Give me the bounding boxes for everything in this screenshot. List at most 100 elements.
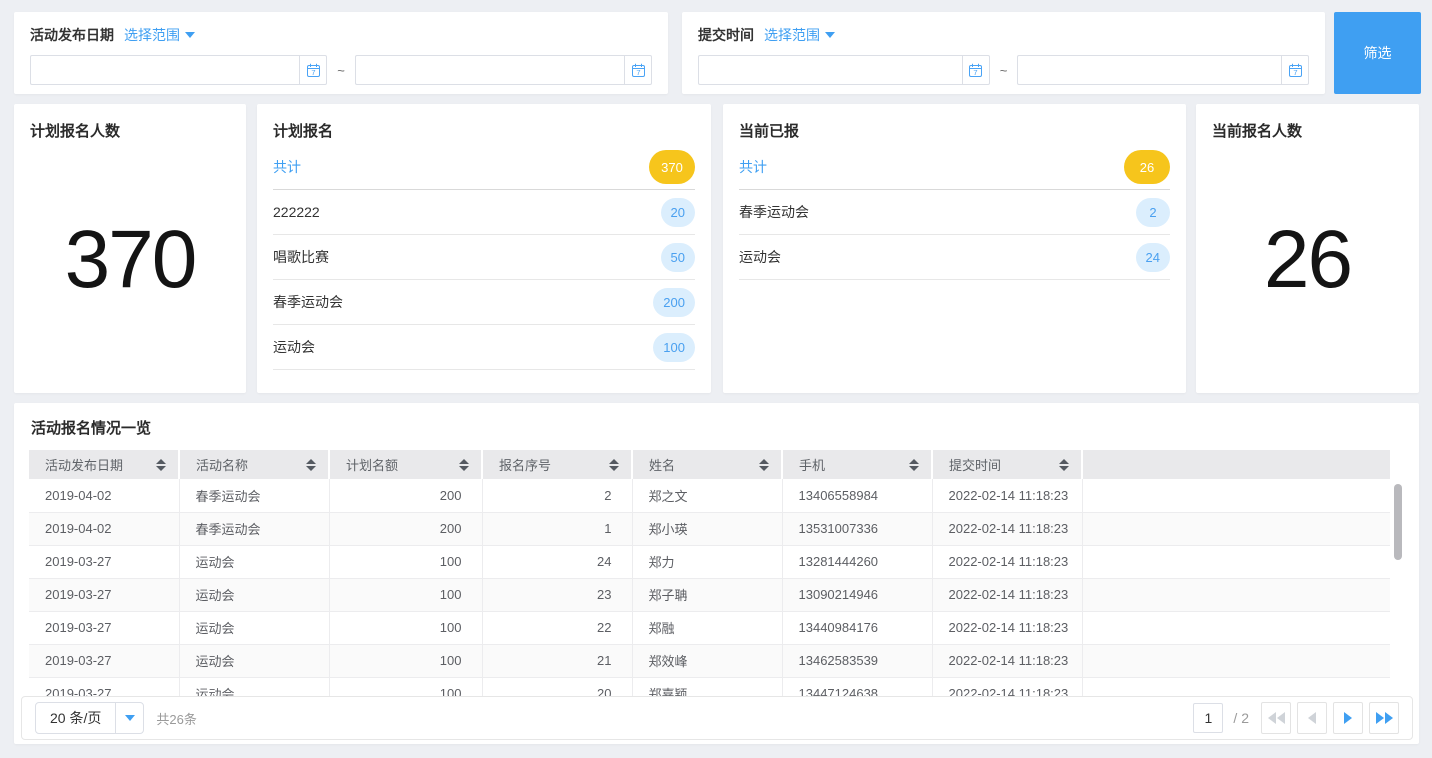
- table-cell: 郑之文: [632, 479, 782, 512]
- publish-date-start-input[interactable]: [30, 55, 299, 85]
- page-size-select[interactable]: 20 条/页: [35, 702, 144, 734]
- card-title: 计划报名: [273, 120, 695, 141]
- table-cell: [1082, 611, 1390, 644]
- table-cell: 运动会: [179, 611, 329, 644]
- table-cell: 100: [329, 611, 482, 644]
- table-cell: 100: [329, 644, 482, 677]
- current-total-card: 当前报名人数 26: [1196, 104, 1419, 393]
- table-cell: 郑融: [632, 611, 782, 644]
- publish-date-start-calendar-button[interactable]: 7: [299, 55, 327, 85]
- column-header[interactable]: 报名序号: [482, 450, 632, 479]
- table-cell: 2019-03-27: [29, 677, 179, 698]
- table-cell: 2019-04-02: [29, 512, 179, 545]
- table-cell: 13281444260: [782, 545, 932, 578]
- next-page-button[interactable]: [1333, 702, 1363, 734]
- publish-date-end-input[interactable]: [355, 55, 624, 85]
- page-number-input[interactable]: [1193, 703, 1223, 733]
- column-header-label: 活动发布日期: [45, 458, 123, 473]
- breakdown-item-label: 春季运动会: [273, 292, 343, 312]
- table-row: 2019-03-27运动会10022郑融134409841762022-02-1…: [29, 611, 1390, 644]
- current-breakdown-card: 当前已报 共计26春季运动会2运动会24: [723, 104, 1186, 393]
- chevron-down-icon: [185, 32, 195, 38]
- page-size-value: 20 条/页: [36, 708, 115, 728]
- table-row: 2019-03-27运动会10021郑效峰134625835392022-02-…: [29, 644, 1390, 677]
- breakdown-list-item: 春季运动会200: [273, 280, 695, 325]
- scrollbar-thumb[interactable]: [1394, 484, 1402, 560]
- sort-icon[interactable]: [609, 459, 619, 471]
- calendar-icon: 7: [306, 63, 321, 78]
- table-cell: [1082, 644, 1390, 677]
- count-badge: 24: [1136, 243, 1170, 272]
- sort-icon[interactable]: [459, 459, 469, 471]
- breakdown-list-item: 共计370: [273, 145, 695, 190]
- breakdown-list-item: 唱歌比赛 50: [273, 235, 695, 280]
- sort-icon[interactable]: [306, 459, 316, 471]
- last-page-button[interactable]: [1369, 702, 1399, 734]
- table-header-row: 活动发布日期 活动名称 计划名额 报名序号 姓名 手机提交时间: [29, 450, 1390, 479]
- table-cell: 2019-03-27: [29, 644, 179, 677]
- submit-time-range-link[interactable]: 选择范围: [764, 25, 835, 45]
- breakdown-item-label: 运动会: [273, 337, 315, 357]
- breakdown-list-item: 运动会 24: [739, 235, 1170, 280]
- sort-icon[interactable]: [909, 459, 919, 471]
- table-cell: 运动会: [179, 644, 329, 677]
- first-page-icon: [1268, 712, 1285, 724]
- table-cell: 运动会: [179, 677, 329, 698]
- publish-date-filter-panel: 活动发布日期 选择范围 7 ~ 7: [14, 12, 668, 94]
- column-header[interactable]: 提交时间: [932, 450, 1082, 479]
- column-header[interactable]: 姓名: [632, 450, 782, 479]
- table-cell: 2019-03-27: [29, 545, 179, 578]
- submit-time-end-calendar-button[interactable]: 7: [1281, 55, 1309, 85]
- planned-total-value: 370: [14, 213, 246, 307]
- submit-time-start-calendar-button[interactable]: 7: [962, 55, 990, 85]
- sort-icon[interactable]: [156, 459, 166, 471]
- table-cell: 春季运动会: [179, 512, 329, 545]
- registration-table: 活动发布日期 活动名称 计划名额 报名序号 姓名 手机提交时间 2019-04-02春季运…: [29, 450, 1390, 698]
- table-cell: 2022-02-14 11:18:23: [932, 512, 1082, 545]
- column-header[interactable]: 计划名额: [329, 450, 482, 479]
- submit-time-end-input[interactable]: [1017, 55, 1281, 85]
- publish-date-end-calendar-button[interactable]: 7: [624, 55, 652, 85]
- count-badge: 20: [661, 198, 695, 227]
- table-cell: 2022-02-14 11:18:23: [932, 677, 1082, 698]
- table-cell: [1082, 545, 1390, 578]
- breakdown-item-label: 222222: [273, 204, 320, 220]
- table-cell: 24: [482, 545, 632, 578]
- table-cell: 2022-02-14 11:18:23: [932, 545, 1082, 578]
- prev-page-button[interactable]: [1297, 702, 1327, 734]
- page-size-arrow: [115, 703, 143, 733]
- range-separator: ~: [335, 63, 347, 78]
- breakdown-item-label: 春季运动会: [739, 202, 809, 222]
- column-header[interactable]: 活动名称: [179, 450, 329, 479]
- column-header-label: 计划名额: [346, 458, 398, 473]
- count-badge: 50: [661, 243, 695, 272]
- table-cell: 郑效峰: [632, 644, 782, 677]
- prev-page-icon: [1308, 712, 1316, 724]
- sort-icon[interactable]: [1059, 459, 1069, 471]
- table-title: 活动报名情况一览: [31, 417, 1404, 438]
- table-cell: 13406558984: [782, 479, 932, 512]
- count-badge: 26: [1124, 150, 1170, 184]
- publish-date-range-link[interactable]: 选择范围: [124, 25, 195, 45]
- breakdown-item-label: 唱歌比赛: [273, 247, 329, 267]
- vertical-scrollbar[interactable]: [1392, 480, 1404, 698]
- range-separator: ~: [998, 63, 1010, 78]
- table-cell: 21: [482, 644, 632, 677]
- chevron-down-icon: [825, 32, 835, 38]
- planned-breakdown-card: 计划报名 共计37022222220唱歌比赛50春季运动会200运动会100: [257, 104, 711, 393]
- column-header[interactable]: 手机: [782, 450, 932, 479]
- breakdown-item-label: 运动会: [739, 247, 781, 267]
- table-cell: [1082, 578, 1390, 611]
- calendar-icon: 7: [968, 63, 983, 78]
- submit-time-start-input[interactable]: [698, 55, 962, 85]
- table-cell: 2: [482, 479, 632, 512]
- column-header-label: 姓名: [649, 458, 675, 473]
- table-cell: 1: [482, 512, 632, 545]
- column-header[interactable]: 活动发布日期: [29, 450, 179, 479]
- pagination-bar: 20 条/页 共26条 / 2: [21, 696, 1413, 740]
- sort-icon[interactable]: [759, 459, 769, 471]
- svg-text:7: 7: [1293, 68, 1297, 77]
- first-page-button[interactable]: [1261, 702, 1291, 734]
- filter-button[interactable]: 筛选: [1334, 12, 1421, 94]
- publish-date-label: 活动发布日期: [30, 25, 114, 45]
